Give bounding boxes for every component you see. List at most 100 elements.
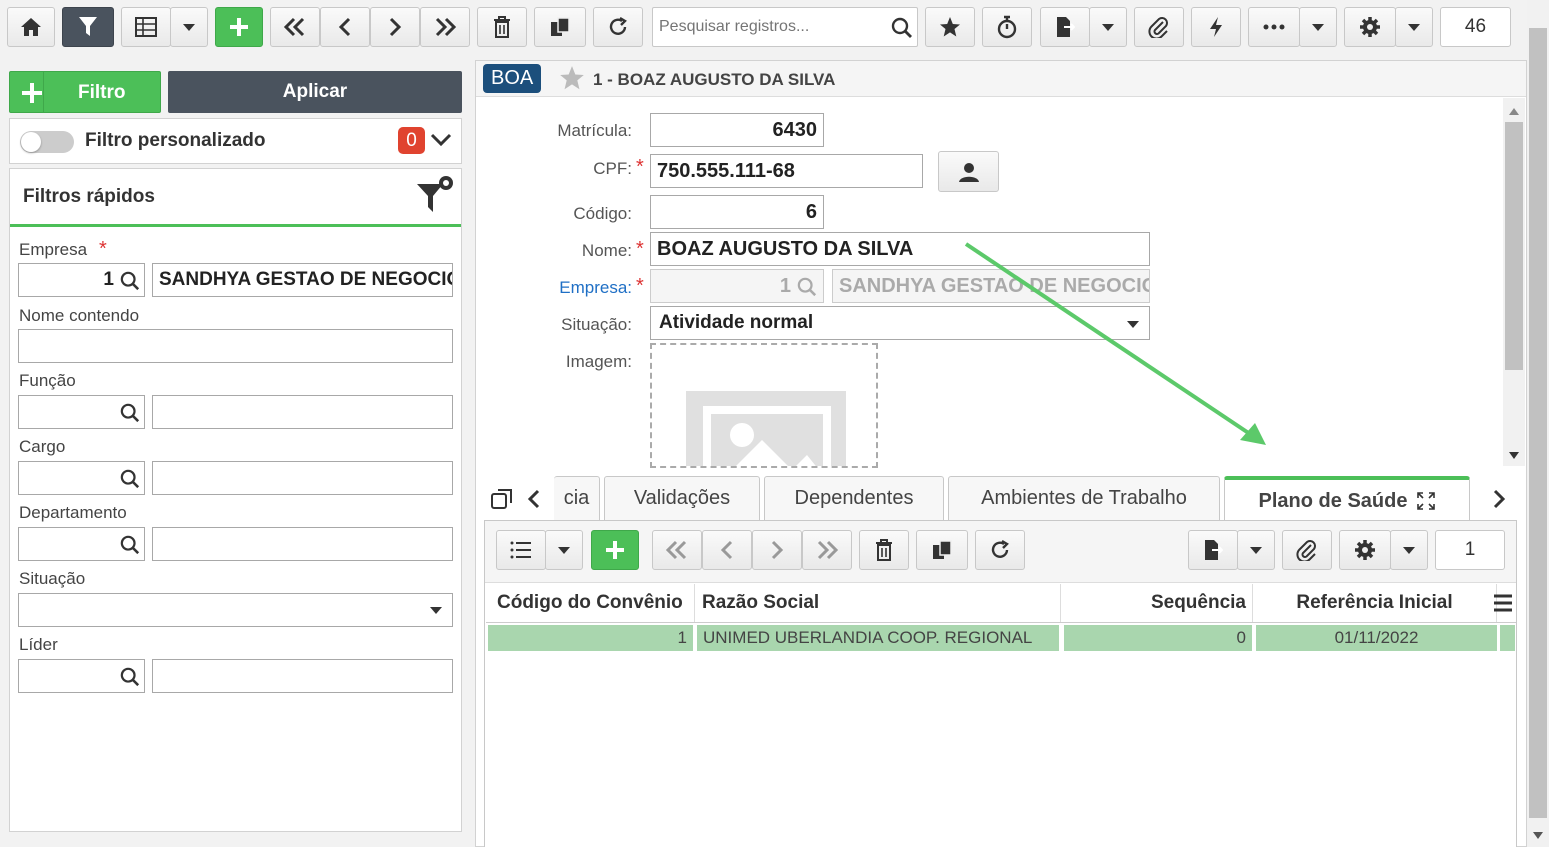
refresh-button[interactable] bbox=[593, 7, 643, 47]
custom-filter-toggle[interactable] bbox=[20, 131, 74, 153]
subgrid-next-button[interactable] bbox=[752, 530, 802, 570]
more-button[interactable] bbox=[1248, 7, 1300, 47]
matricula-field[interactable]: 6430 bbox=[650, 113, 824, 147]
filter-toggle-button[interactable] bbox=[62, 7, 114, 47]
tab-plano-saude[interactable]: Plano de Saúde bbox=[1224, 476, 1470, 522]
form-scrollbar[interactable] bbox=[1503, 98, 1525, 466]
filter-funcao-label: Função bbox=[19, 371, 76, 390]
search-icon[interactable] bbox=[120, 667, 140, 687]
subgrid-refresh-button[interactable] bbox=[975, 530, 1025, 570]
filter-situacao-select[interactable] bbox=[18, 593, 453, 627]
caret-down-icon bbox=[430, 607, 442, 614]
subgrid-attachments-button[interactable] bbox=[1282, 530, 1332, 570]
double-chevron-left-icon bbox=[665, 540, 687, 560]
double-chevron-right-icon bbox=[817, 540, 839, 560]
star-icon[interactable] bbox=[559, 65, 585, 91]
home-button[interactable] bbox=[7, 7, 55, 47]
grid-view-button[interactable] bbox=[121, 7, 171, 47]
last-record-button[interactable] bbox=[420, 7, 470, 47]
filter-icon bbox=[79, 17, 97, 36]
attachments-button[interactable] bbox=[1134, 7, 1184, 47]
custom-filter-row: Filtro personalizado 0 bbox=[9, 118, 462, 164]
search-icon[interactable] bbox=[120, 535, 140, 555]
paperclip-icon bbox=[1296, 540, 1316, 561]
settings-button[interactable] bbox=[1344, 7, 1396, 47]
cell-sequencia: 0 bbox=[1064, 625, 1252, 651]
subgrid-list-dropdown[interactable] bbox=[545, 530, 583, 570]
tab-validacoes[interactable]: Validações bbox=[604, 476, 760, 520]
codigo-field[interactable]: 6 bbox=[650, 195, 824, 229]
tabs-scroll-right-icon[interactable] bbox=[1492, 489, 1506, 509]
tabs-scroll-left-icon[interactable] bbox=[527, 489, 541, 509]
subgrid-settings-button[interactable] bbox=[1339, 530, 1391, 570]
add-filter-button[interactable]: Filtro bbox=[9, 71, 161, 113]
subgrid-duplicate-button[interactable] bbox=[916, 530, 968, 570]
subgrid-last-button[interactable] bbox=[802, 530, 852, 570]
tab-ambientes[interactable]: Ambientes de Trabalho bbox=[948, 476, 1220, 520]
previous-record-button[interactable] bbox=[320, 7, 370, 47]
double-chevron-left-icon bbox=[283, 17, 305, 37]
subgrid-first-button[interactable] bbox=[652, 530, 702, 570]
filter-settings-icon[interactable] bbox=[414, 174, 454, 216]
timer-button[interactable] bbox=[982, 7, 1032, 47]
filter-empresa-name[interactable]: SANDHYA GESTAO DE NEGOCIOS bbox=[152, 263, 453, 297]
caret-down-icon bbox=[1312, 23, 1324, 31]
add-record-button[interactable] bbox=[215, 7, 263, 47]
double-chevron-right-icon bbox=[435, 17, 457, 37]
filter-departamento-label: Departamento bbox=[19, 503, 127, 522]
apply-filter-button[interactable]: Aplicar bbox=[168, 71, 462, 113]
export-button[interactable] bbox=[1040, 7, 1090, 47]
search-icon[interactable] bbox=[120, 469, 140, 489]
record-title: 1 - BOAZ AUGUSTO DA SILVA bbox=[593, 70, 836, 89]
subgrid-export-button[interactable] bbox=[1188, 530, 1238, 570]
export-dropdown[interactable] bbox=[1089, 7, 1127, 47]
subgrid-delete-button[interactable] bbox=[859, 530, 909, 570]
tab-partial[interactable]: cia bbox=[554, 476, 600, 520]
detach-tabs-icon[interactable] bbox=[490, 487, 514, 511]
cpf-field[interactable]: 750.555.111-68 bbox=[650, 154, 923, 188]
filter-lider-name[interactable] bbox=[152, 659, 453, 693]
subgrid-add-button[interactable] bbox=[591, 530, 639, 570]
image-upload-area[interactable] bbox=[650, 343, 878, 468]
filter-cargo-label: Cargo bbox=[19, 437, 66, 456]
grid-view-dropdown[interactable] bbox=[170, 7, 208, 47]
tab-dependentes[interactable]: Dependentes bbox=[764, 476, 944, 520]
column-menu-icon[interactable] bbox=[1493, 594, 1513, 612]
column-header-razao[interactable]: Razão Social bbox=[695, 584, 1061, 622]
chevron-down-icon[interactable] bbox=[430, 133, 452, 147]
cell-codigo: 1 bbox=[488, 625, 693, 651]
column-header-referencia[interactable]: Referência Inicial bbox=[1253, 584, 1497, 622]
duplicate-button[interactable] bbox=[534, 7, 586, 47]
settings-dropdown[interactable] bbox=[1395, 7, 1433, 47]
column-header-sequencia[interactable]: Sequência bbox=[1061, 584, 1253, 622]
favorites-button[interactable] bbox=[925, 7, 975, 47]
search-icon[interactable] bbox=[891, 17, 913, 39]
subgrid-list-button[interactable] bbox=[496, 530, 546, 570]
next-record-button[interactable] bbox=[370, 7, 420, 47]
first-record-button[interactable] bbox=[270, 7, 320, 47]
page-scrollbar[interactable] bbox=[1527, 0, 1549, 847]
subgrid-export-dropdown[interactable] bbox=[1237, 530, 1275, 570]
filter-departamento-name[interactable] bbox=[152, 527, 453, 561]
empresa-link-label[interactable]: Empresa: bbox=[492, 278, 632, 298]
column-header-codigo[interactable]: Código do Convênio bbox=[486, 584, 695, 622]
required-marker: * bbox=[99, 238, 107, 260]
plus-icon bbox=[606, 541, 624, 559]
filter-cargo-name[interactable] bbox=[152, 461, 453, 495]
caret-down-icon bbox=[183, 23, 195, 31]
maximize-icon[interactable] bbox=[1417, 492, 1436, 510]
required-marker: * bbox=[636, 156, 644, 178]
more-dropdown[interactable] bbox=[1299, 7, 1337, 47]
subgrid-previous-button[interactable] bbox=[702, 530, 752, 570]
person-lookup-button[interactable] bbox=[938, 151, 999, 192]
delete-button[interactable] bbox=[477, 7, 527, 47]
filter-nome-input[interactable] bbox=[18, 329, 453, 363]
search-input[interactable] bbox=[653, 8, 873, 46]
gear-icon bbox=[1355, 540, 1375, 560]
search-icon[interactable] bbox=[120, 403, 140, 423]
search-icon[interactable] bbox=[120, 271, 140, 291]
filter-funcao-name[interactable] bbox=[152, 395, 453, 429]
actions-button[interactable] bbox=[1191, 7, 1241, 47]
ellipsis-icon bbox=[1263, 24, 1285, 30]
subgrid-settings-dropdown[interactable] bbox=[1390, 530, 1428, 570]
